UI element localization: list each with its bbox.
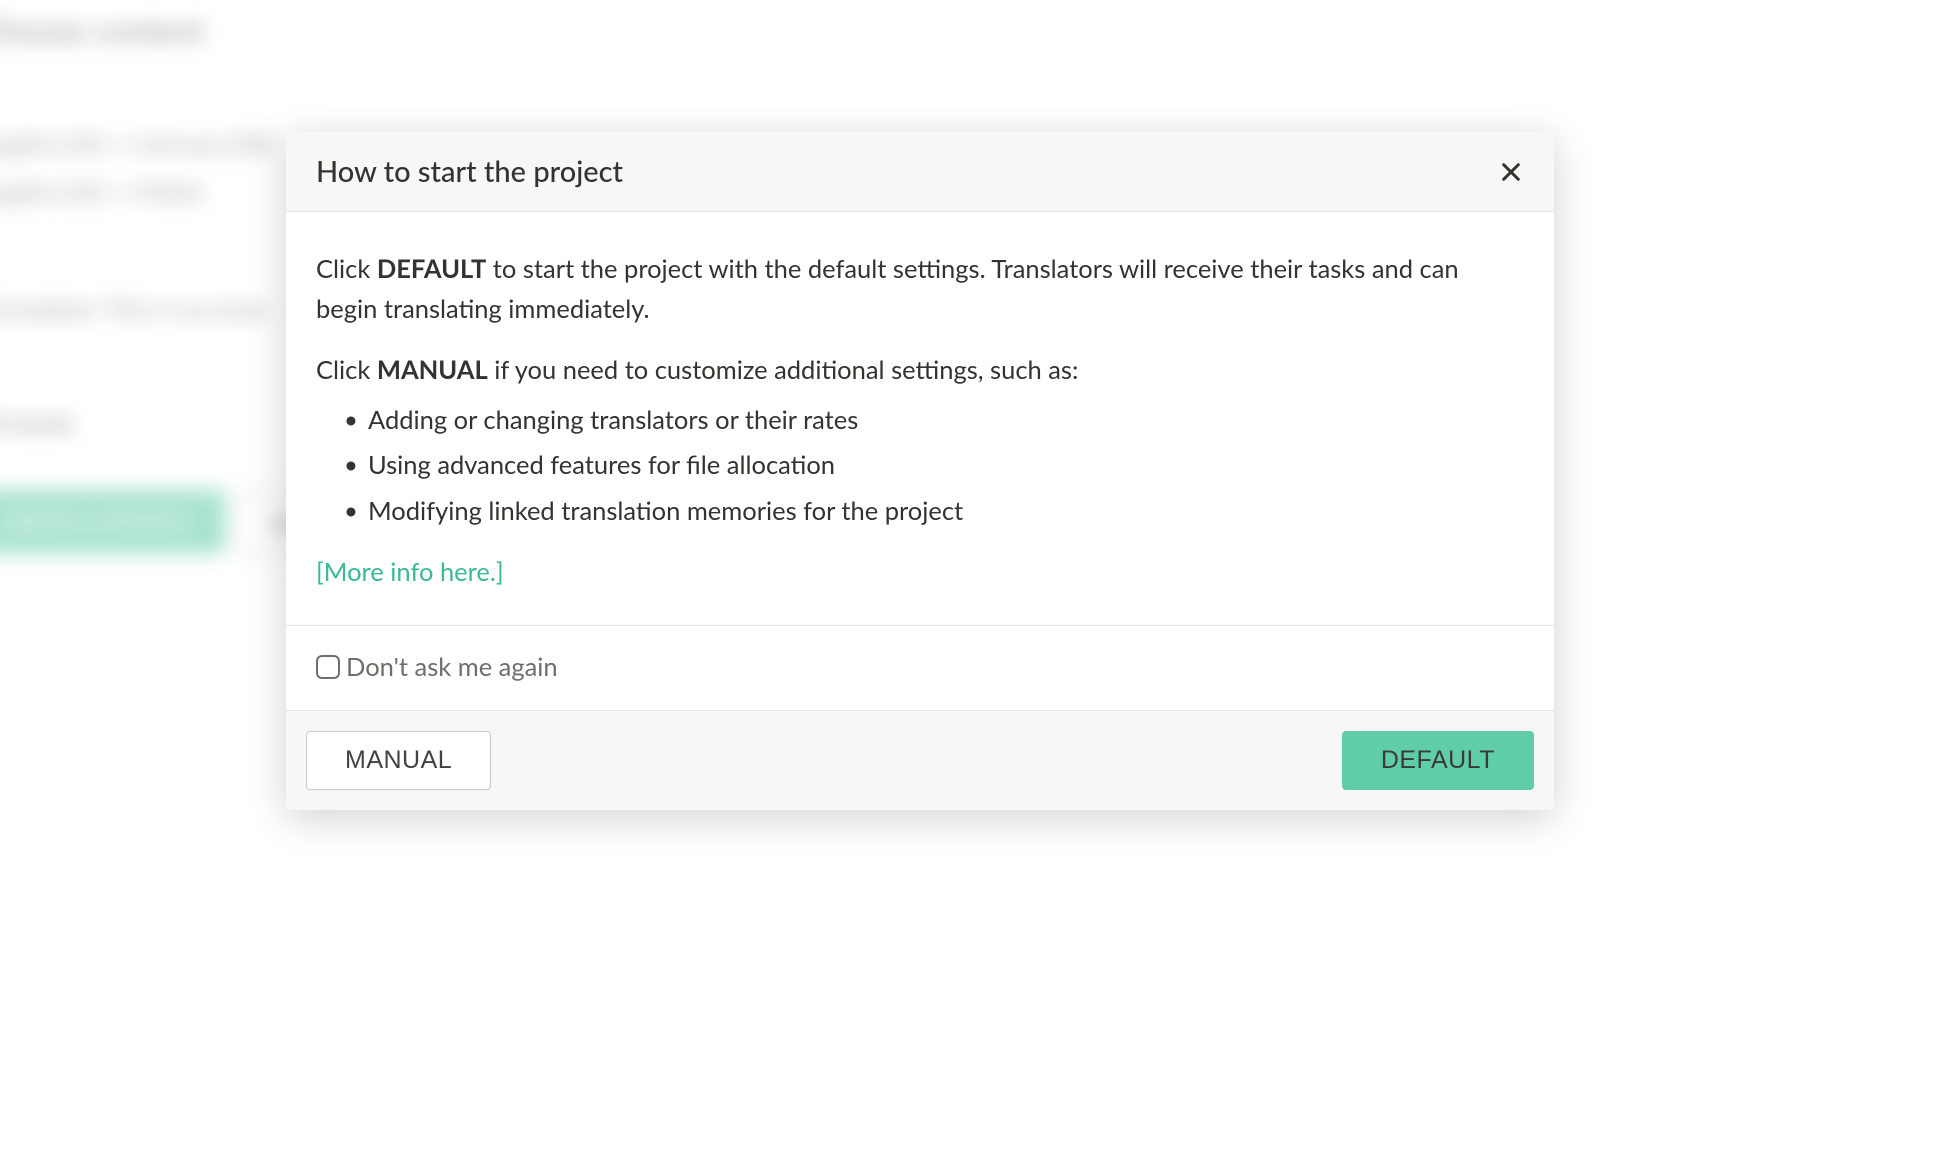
- list-item: Modifying linked translation memories fo…: [368, 492, 1524, 532]
- manual-options-list: Adding or changing translators or their …: [316, 401, 1524, 532]
- close-icon: [1500, 161, 1522, 183]
- default-bold: DEFAULT: [377, 254, 486, 284]
- more-info-link[interactable]: [More info here.]: [316, 557, 504, 587]
- para1-suffix: to start the project with the default se…: [316, 254, 1459, 324]
- dont-ask-checkbox-wrap[interactable]: Don't ask me again: [316, 652, 558, 682]
- modal-header: How to start the project: [286, 132, 1554, 212]
- manual-paragraph: Click MANUAL if you need to customize ad…: [316, 351, 1524, 391]
- checkbox-section: Don't ask me again: [286, 625, 1554, 710]
- para1-prefix: Click: [316, 254, 377, 284]
- manual-bold: MANUAL: [377, 355, 488, 385]
- start-project-modal: How to start the project Click DEFAULT t…: [286, 132, 1554, 810]
- modal-footer: MANUAL DEFAULT: [286, 710, 1554, 810]
- close-button[interactable]: [1496, 157, 1526, 187]
- modal-title: How to start the project: [316, 154, 623, 189]
- para2-prefix: Click: [316, 355, 377, 385]
- dont-ask-checkbox[interactable]: [316, 655, 340, 679]
- modal-overlay: How to start the project Click DEFAULT t…: [0, 0, 1960, 1150]
- list-item: Using advanced features for file allocat…: [368, 446, 1524, 486]
- modal-body: Click DEFAULT to start the project with …: [286, 212, 1554, 625]
- default-button[interactable]: DEFAULT: [1342, 731, 1534, 790]
- para2-suffix: if you need to customize additional sett…: [488, 355, 1079, 385]
- manual-button[interactable]: MANUAL: [306, 731, 491, 790]
- dont-ask-label: Don't ask me again: [346, 652, 558, 682]
- list-item: Adding or changing translators or their …: [368, 401, 1524, 441]
- default-paragraph: Click DEFAULT to start the project with …: [316, 250, 1524, 329]
